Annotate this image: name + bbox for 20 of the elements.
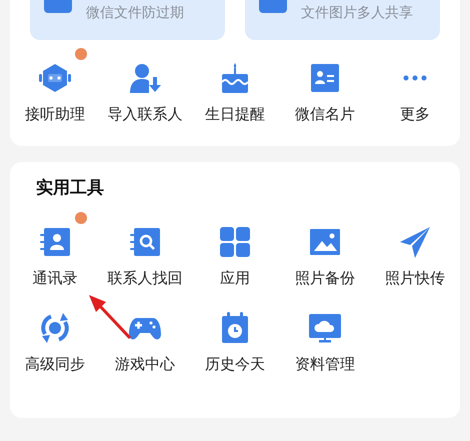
tool-label[interactable]: 照片备份 [295, 268, 355, 288]
tile-subtitle: 文件图片多人共享 [301, 4, 413, 23]
tool-label[interactable]: 资料管理 [295, 354, 355, 374]
tool-label[interactable]: 联系人找回 [108, 268, 182, 288]
tool-label[interactable]: 高级同步 [25, 354, 85, 374]
more-icon [403, 75, 427, 81]
tool-label[interactable]: 接听助理 [25, 104, 85, 124]
tool-label[interactable]: 照片快传 [385, 268, 445, 288]
tool-label[interactable]: 应用 [220, 268, 250, 288]
tool-label[interactable]: 通讯录 [32, 268, 78, 288]
tool-label[interactable]: 微信名片 [295, 104, 355, 124]
tool-label[interactable]: 游戏中心 [115, 354, 175, 374]
section-title: 实用工具 [35, 177, 105, 200]
grid-icon [217, 224, 253, 260]
tile-subtitle: 微信文件防过期 [86, 4, 184, 23]
tool-label[interactable]: 导入联系人 [108, 104, 182, 124]
tool-label[interactable]: 历史今天 [205, 354, 265, 374]
tool-label[interactable]: 更多 [400, 104, 430, 124]
annotation-arrow [86, 292, 134, 342]
tool-label[interactable]: 生日提醒 [205, 104, 265, 124]
